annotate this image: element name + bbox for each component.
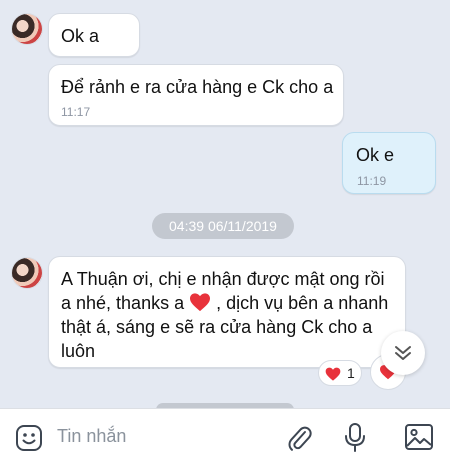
- message-bubble-received[interactable]: Ok a: [48, 13, 140, 57]
- message-text: Ok e: [356, 145, 395, 165]
- attach-icon[interactable]: [285, 423, 313, 453]
- message-text-line: a nhé, thanks a , dịch vụ bên a nhanh: [61, 291, 388, 315]
- scroll-down-icon: [395, 346, 411, 360]
- message-bubble-received[interactable]: Để rảnh e ra cửa hàng e Ck cho a 11:17: [48, 64, 344, 126]
- heart-icon: [325, 367, 341, 381]
- date-separator: 04:39 06/11/2019: [152, 213, 294, 239]
- message-time: 11:19: [357, 174, 387, 188]
- message-text-fragment: , dịch vụ bên a nhanh: [216, 293, 389, 313]
- contact-avatar[interactable]: [12, 258, 42, 288]
- message-text-fragment: a nhé, thanks a: [61, 293, 185, 313]
- microphone-icon[interactable]: [343, 422, 367, 454]
- emoji-icon[interactable]: [15, 424, 43, 452]
- chat-area: Ok a Để rảnh e ra cửa hàng e Ck cho a 11…: [0, 0, 450, 408]
- message-text: Để rảnh e ra cửa hàng e Ck cho a: [61, 77, 334, 97]
- message-time: 11:17: [61, 105, 91, 119]
- contact-avatar[interactable]: [12, 14, 42, 44]
- message-bubble-received[interactable]: A Thuận ơi, chị e nhận được mật ong rồi …: [48, 256, 406, 368]
- scroll-down-button[interactable]: [381, 331, 425, 375]
- message-text-line: thật á, sáng e sẽ ra cửa hàng Ck cho a: [61, 317, 373, 337]
- image-icon[interactable]: [404, 423, 434, 451]
- reaction-badge[interactable]: 1: [318, 360, 362, 386]
- message-input[interactable]: Tin nhắn: [57, 426, 126, 447]
- heart-emoji-icon: [190, 293, 211, 312]
- message-bubble-sent[interactable]: Ok e 11:19: [342, 132, 436, 194]
- message-composer: Tin nhắn: [0, 408, 450, 465]
- message-text: Ok a: [61, 26, 100, 46]
- reaction-count: 1: [347, 365, 355, 381]
- message-text-line: A Thuận ơi, chị e nhận được mật ong rồi: [61, 269, 385, 289]
- message-text-line: luôn: [61, 341, 96, 361]
